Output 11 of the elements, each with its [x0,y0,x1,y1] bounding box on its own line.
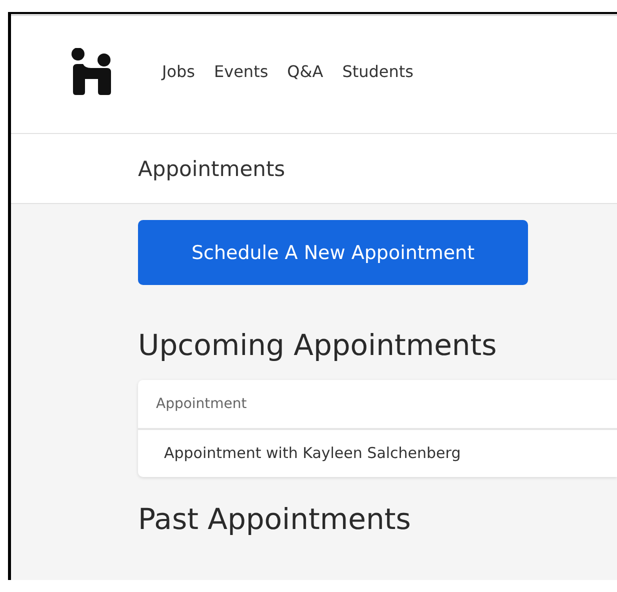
schedule-appointment-button[interactable]: Schedule A New Appointment [138,220,528,285]
nav-link[interactable]: Students [342,62,414,81]
page-title: Appointments [138,156,286,180]
section-heading: Past Appointments [138,502,412,536]
section-heading: Upcoming Appointments [138,328,498,362]
logo-icon[interactable] [71,48,112,95]
appointment-row[interactable]: Appointment with Kayleen Salchenberg [138,430,617,477]
nav-link[interactable]: Events [214,62,268,81]
column-header: Appointment [138,380,617,430]
nav-link[interactable]: Q&A [287,62,324,81]
nav-link[interactable]: Jobs [162,62,195,81]
